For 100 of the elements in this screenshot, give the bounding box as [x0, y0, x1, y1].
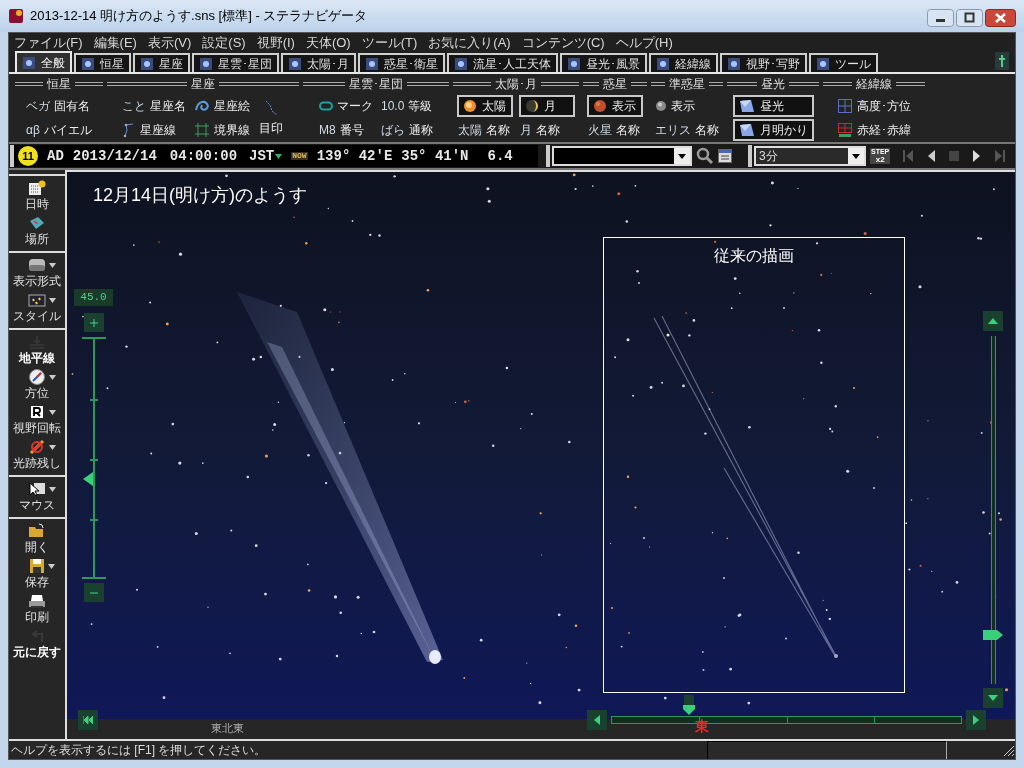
- toggle-button[interactable]: 目印: [257, 95, 285, 141]
- toggle-button[interactable]: マーク: [318, 95, 374, 117]
- calendar-clock-icon: [28, 180, 46, 196]
- tab[interactable]: 全般: [15, 51, 72, 72]
- tab[interactable]: 太陽･月: [281, 53, 356, 72]
- sidebar-button[interactable]: 表示形式: [10, 256, 64, 288]
- tab[interactable]: 経緯線: [649, 53, 718, 72]
- maximize-button[interactable]: [956, 9, 983, 27]
- toggle-button[interactable]: 赤経･赤緯: [836, 119, 912, 141]
- abbreviation-icon: 10.0: [381, 97, 405, 115]
- menu-item[interactable]: ツール(T): [361, 33, 418, 53]
- zoom-out-button[interactable]: [83, 583, 104, 602]
- menu-item[interactable]: 表示(V): [147, 33, 192, 53]
- menu-item[interactable]: ファイル(F): [14, 33, 83, 53]
- sidebar-button[interactable]: 印刷: [10, 592, 64, 624]
- app-icon: [8, 8, 24, 24]
- sidebar-button[interactable]: 開く: [10, 522, 64, 554]
- tab[interactable]: 恒星: [74, 53, 131, 72]
- tab[interactable]: 惑星･衛星: [358, 53, 445, 72]
- search-combo-box[interactable]: [552, 146, 692, 166]
- toggle-button[interactable]: 高度･方位: [836, 95, 912, 117]
- sidebar-button[interactable]: 保存: [10, 557, 64, 589]
- toggle-button[interactable]: ベガ 固有名: [25, 95, 93, 117]
- sidebar-button[interactable]: 光跡残し: [10, 438, 64, 470]
- scroll-up-button[interactable]: [983, 311, 1003, 331]
- toggle-button[interactable]: 火星 名称: [587, 119, 643, 141]
- toggle-button[interactable]: 昼光: [732, 95, 814, 117]
- dropdown-caret-icon[interactable]: [674, 148, 690, 164]
- printer-icon: [28, 593, 46, 609]
- menu-item[interactable]: お気に入り(A): [428, 33, 511, 53]
- group-title: 星座: [191, 76, 215, 93]
- scroll-left-button[interactable]: [587, 710, 607, 730]
- abbreviation-icon: 火星: [588, 121, 612, 139]
- toggle-button[interactable]: 星座絵: [193, 95, 251, 117]
- minimize-button[interactable]: [927, 9, 954, 27]
- dropdown-caret-icon[interactable]: [275, 153, 283, 159]
- toggle-button[interactable]: 月明かり: [732, 119, 814, 141]
- sky-icon: [738, 123, 755, 137]
- now-button[interactable]: NOW: [291, 152, 308, 160]
- scroll-right-button[interactable]: [966, 710, 986, 730]
- dropdown-caret-icon[interactable]: [848, 148, 864, 164]
- tab-icon: [288, 56, 302, 71]
- tab[interactable]: ツール: [809, 53, 878, 72]
- close-button[interactable]: [985, 9, 1016, 27]
- toggle-button[interactable]: 太陽: [457, 95, 513, 117]
- toggle-button[interactable]: エリス 名称: [654, 119, 720, 141]
- toggle-button[interactable]: 太陽 名称: [457, 119, 513, 141]
- tab[interactable]: 星座: [133, 53, 190, 72]
- rewind-button[interactable]: [78, 710, 98, 730]
- toggle-button[interactable]: 表示: [654, 95, 720, 117]
- slider-thumb[interactable]: [683, 695, 696, 715]
- menu-item[interactable]: 視野(I): [256, 33, 295, 53]
- sidebar-button[interactable]: 視野回転: [10, 403, 64, 435]
- slider-thumb[interactable]: [983, 630, 1003, 641]
- sidebar-button[interactable]: 方位: [10, 368, 64, 400]
- group-title: 太陽･月: [495, 76, 537, 93]
- sidebar-button[interactable]: 日時: [10, 179, 64, 211]
- menu-item[interactable]: コンテンツ(C): [521, 33, 605, 53]
- toggle-button[interactable]: 境界線: [193, 119, 251, 141]
- tab-icon: [727, 56, 741, 71]
- toggle-button[interactable]: こと 星座名: [121, 95, 187, 117]
- tab[interactable]: 視野･写野: [720, 53, 807, 72]
- scroll-down-button[interactable]: [983, 688, 1003, 708]
- step-back-icon[interactable]: [926, 149, 937, 163]
- era-label: AD: [47, 146, 64, 166]
- toggle-button[interactable]: 月 名称: [519, 119, 575, 141]
- tab-icon: [816, 56, 830, 71]
- toggle-button[interactable]: 表示: [587, 95, 643, 117]
- sidebar-button[interactable]: 場所: [10, 214, 64, 246]
- toggle-button[interactable]: M8 番号: [318, 119, 374, 141]
- letter-r-icon: [28, 404, 46, 420]
- menu-item[interactable]: 天体(O): [305, 33, 351, 53]
- sun-icon: [463, 99, 477, 113]
- compass-icon: [28, 368, 46, 386]
- abbreviation-icon: M8: [319, 121, 336, 139]
- tab[interactable]: 星雲･星団: [192, 53, 279, 72]
- zoom-reading: 45.0: [74, 289, 113, 306]
- zoom-in-button[interactable]: [83, 313, 104, 332]
- toggle-button[interactable]: 10.0 等級: [380, 95, 434, 117]
- menu-item[interactable]: 編集(E): [93, 33, 137, 53]
- list-icon[interactable]: [718, 149, 732, 163]
- search-icon[interactable]: [696, 147, 714, 165]
- menu-item[interactable]: ヘルプ(H): [615, 33, 673, 53]
- sidebar-button[interactable]: マウス: [10, 480, 64, 512]
- slider-thumb[interactable]: [82, 472, 93, 487]
- toggle-button[interactable]: 月: [519, 95, 575, 117]
- tab[interactable]: 流星･人工天体: [447, 53, 558, 72]
- toggle-button[interactable]: 星座線: [121, 119, 187, 141]
- menu-item[interactable]: 設定(S): [202, 33, 246, 53]
- sidebar-button[interactable]: スタイル: [10, 291, 64, 323]
- tab[interactable]: 昼光･風景: [560, 53, 647, 72]
- plus-icon: [89, 318, 98, 327]
- limiting-magnitude-text: 6.4: [487, 146, 513, 166]
- group-title: 準惑星: [669, 76, 705, 93]
- toggle-button[interactable]: ばら 通称: [380, 119, 434, 141]
- status-text: ヘルプを表示するには [F1] を押してください。: [10, 742, 268, 759]
- tab-icon: [81, 56, 95, 71]
- toggle-button[interactable]: αβ バイエル: [25, 119, 93, 141]
- step-combo-box[interactable]: 3分: [754, 146, 866, 166]
- dropdown-caret-icon: [49, 297, 56, 303]
